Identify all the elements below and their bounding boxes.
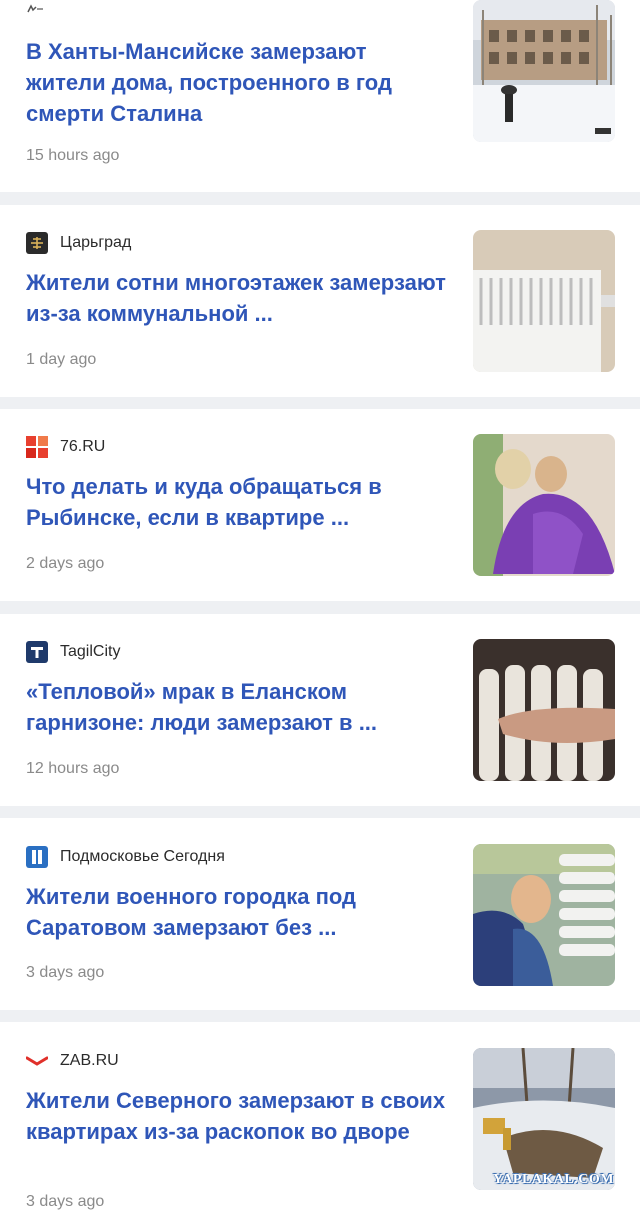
news-thumbnail[interactable] [473, 639, 615, 781]
news-time: 15 hours ago [26, 147, 120, 164]
news-time: 12 hours ago [26, 760, 120, 777]
news-source: TagilCity [26, 641, 120, 663]
news-thumbnail[interactable] [473, 0, 615, 142]
news-source: 76.RU [26, 436, 105, 458]
news-time: 3 days ago [26, 964, 105, 981]
news-source: Подмосковье Сегодня [26, 846, 225, 868]
news-thumbnail[interactable] [473, 1048, 615, 1190]
news-title[interactable]: «Тепловой» мрак в Еланском гарнизоне: лю… [26, 676, 446, 738]
news-title[interactable]: Что делать и куда обращаться в Рыбинске,… [26, 471, 446, 533]
podmoskovye-segodnya-logo-icon [26, 846, 48, 868]
news-source: ZAB.RU [26, 1050, 119, 1072]
news-title[interactable]: Жители военного городка под Саратовом за… [26, 881, 446, 943]
news-source-name: 76.RU [60, 438, 106, 455]
news-card[interactable]: TagilCity «Тепловой» мрак в Еланском гар… [0, 614, 640, 806]
news-title[interactable]: Жители сотни многоэтажек замерзают из-за… [26, 267, 446, 329]
news-time: 3 days ago [26, 1193, 105, 1210]
news-source: Царьград [26, 232, 131, 254]
news-source-name: ZAB.RU [60, 1052, 119, 1069]
news-thumbnail[interactable] [473, 434, 615, 576]
news-source-name: TagilCity [60, 643, 121, 660]
news-card[interactable]: Подмосковье Сегодня Жители военного горо… [0, 818, 640, 1010]
news-title[interactable]: В Ханты-Мансийске замерзают жители дома,… [26, 36, 446, 129]
news-time: 2 days ago [26, 555, 105, 572]
news-card[interactable]: В Ханты-Мансийске замерзают жители дома,… [0, 0, 640, 192]
76ru-logo-icon [26, 436, 48, 458]
publisher-mark-icon [26, 4, 44, 14]
zabru-logo-icon [26, 1050, 48, 1072]
news-source [26, 4, 44, 14]
news-source-name: Подмосковье Сегодня [60, 848, 225, 865]
news-card[interactable]: 76.RU Что делать и куда обращаться в Рыб… [0, 409, 640, 601]
watermark: YAPLAKAL.COM [493, 1172, 614, 1187]
news-thumbnail[interactable] [473, 230, 615, 372]
tagilcity-logo-icon [26, 641, 48, 663]
news-title[interactable]: Жители Северного замерзают в своих кварт… [26, 1085, 446, 1147]
tsargrad-logo-icon [26, 232, 48, 254]
news-feed: В Ханты-Мансийске замерзают жители дома,… [0, 0, 640, 1211]
news-source-name: Царьград [60, 234, 132, 251]
news-thumbnail[interactable] [473, 844, 615, 986]
news-card[interactable]: Царьград Жители сотни многоэтажек замерз… [0, 205, 640, 397]
news-time: 1 day ago [26, 351, 97, 368]
